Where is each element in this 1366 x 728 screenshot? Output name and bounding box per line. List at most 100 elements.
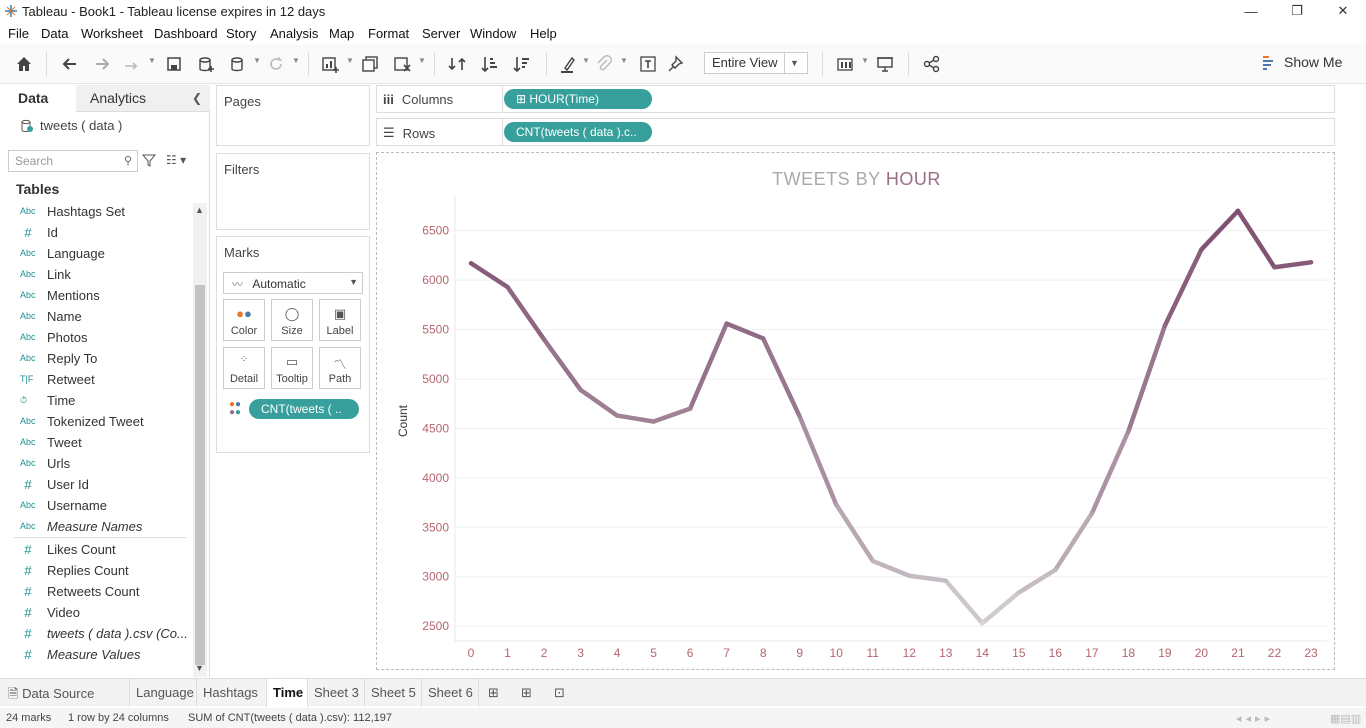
field-item[interactable]: T|F Retweet [20,369,95,389]
sort-descending-button[interactable] [510,52,534,76]
list-view-icon[interactable]: ☷ ▾ [166,153,186,167]
new-datasource-button[interactable] [194,52,218,76]
filters-shelf[interactable]: Filters [216,153,370,230]
detail-button[interactable]: ⁘ Detail [223,347,265,389]
pages-shelf[interactable]: Pages [216,85,370,146]
field-item[interactable]: # Likes Count [20,539,115,559]
show-me-button[interactable]: Show Me [1262,54,1342,70]
clear-sheet-button[interactable] [390,52,414,76]
search-field[interactable]: Search ⚲ [8,150,138,172]
highlight-button[interactable] [556,52,580,76]
duplicate-sheet-button[interactable] [358,52,382,76]
tab-language[interactable]: Language [130,679,197,707]
menu-file[interactable]: File [8,26,29,41]
chevron-down-icon[interactable]: ▼ [292,56,300,65]
field-item[interactable]: Abc Urls [20,453,70,473]
save-button[interactable] [162,52,186,76]
rows-shelf[interactable]: ☰ Rows CNT(tweets ( data ).c.. [376,118,1335,146]
scroll-down-icon[interactable]: ▼ [195,663,204,673]
sort-ascending-button[interactable] [478,52,502,76]
undo-button[interactable] [58,52,82,76]
filter-icon[interactable] [142,153,156,167]
chevron-down-icon[interactable]: ▼ [418,56,426,65]
menu-help[interactable]: Help [530,26,557,41]
show-labels-button[interactable] [636,52,660,76]
field-item[interactable]: Abc Tokenized Tweet [20,411,144,431]
chevron-down-icon[interactable]: ▼ [582,56,590,65]
new-worksheet-button[interactable] [318,52,342,76]
menu-analysis[interactable]: Analysis [270,26,318,41]
field-item[interactable]: # Id [20,222,57,242]
fields-scroll-thumb[interactable] [195,285,205,665]
fit-dropdown[interactable]: Entire View ▼ [704,52,808,74]
menu-format[interactable]: Format [368,26,409,41]
hour-time-pill[interactable]: ⊞ HOUR(Time) [504,89,652,109]
redo-button[interactable] [90,52,114,76]
tab-sheet-6[interactable]: Sheet 6 [422,679,479,707]
chevron-down-icon[interactable]: ▼ [346,56,354,65]
tab-data[interactable]: Data [0,85,76,112]
viz-view[interactable]: TWEETS BY HOUR 2500 3000 3500 4000 4500 5000 5… [376,152,1335,670]
chevron-down-icon[interactable]: ▼ [148,56,156,65]
menu-window[interactable]: Window [470,26,516,41]
chevron-down-icon[interactable]: ▼ [861,56,869,65]
menu-story[interactable]: Story [226,26,256,41]
fix-axes-button[interactable] [664,52,688,76]
refresh-button[interactable] [264,52,288,76]
new-worksheet-tab-button[interactable]: ⊞ [482,679,512,707]
field-item[interactable]: Abc Measure Names [20,516,142,536]
home-button[interactable] [12,52,36,76]
pause-updates-button[interactable] [226,52,250,76]
marks-color-pill[interactable]: CNT(tweets ( .. [249,399,359,419]
menu-map[interactable]: Map [329,26,354,41]
field-item[interactable]: Abc Tweet [20,432,82,452]
swap-rows-columns-button[interactable] [445,52,469,76]
scroll-up-icon[interactable]: ▲ [195,205,204,215]
field-item[interactable]: # User Id [20,474,89,494]
menu-server[interactable]: Server [422,26,460,41]
field-item[interactable]: Abc Link [20,264,71,284]
field-item[interactable]: Abc Hashtags Set [20,201,125,221]
tab-time[interactable]: Time [267,679,308,707]
size-button[interactable]: ◯ Size [271,299,313,341]
count-tweets-pill[interactable]: CNT(tweets ( data ).c.. [504,122,652,142]
field-item[interactable]: # Retweets Count [20,581,139,601]
new-dashboard-tab-button[interactable]: ⊞ [515,679,545,707]
field-item[interactable]: Abc Reply To [20,348,97,368]
mark-type-dropdown[interactable]: 〰 Automatic ▼ [223,272,363,294]
field-item[interactable]: Abc Mentions [20,285,100,305]
datasource-item[interactable]: tweets ( data ) [20,118,122,133]
share-button[interactable] [920,52,944,76]
collapse-pane-icon[interactable]: ❮ [192,91,202,105]
field-item[interactable]: Abc Username [20,495,107,515]
group-members-button[interactable] [592,52,616,76]
field-item[interactable]: # Measure Values [20,644,140,664]
color-button[interactable]: ●● Color [223,299,265,341]
menu-dashboard[interactable]: Dashboard [154,26,218,41]
field-item[interactable]: Abc Photos [20,327,87,347]
restore-button[interactable]: ❐ [1274,0,1320,22]
field-item[interactable]: # tweets ( data ).csv (Co... [20,623,188,643]
sheet-view-icons[interactable]: ▦▤▥ [1330,712,1361,725]
tab-sheet-3[interactable]: Sheet 3 [308,679,365,707]
field-item[interactable]: ⏱ Time [20,390,75,410]
tab-data-source[interactable]: 🗎 Data Source [0,679,130,707]
minimize-button[interactable]: — [1228,0,1274,22]
show-cards-button[interactable] [834,52,858,76]
tooltip-button[interactable]: ▭ Tooltip [271,347,313,389]
columns-shelf[interactable]: iii Columns ⊞ HOUR(Time) [376,85,1335,113]
field-item[interactable]: # Replies Count [20,560,128,580]
menu-worksheet[interactable]: Worksheet [81,26,143,41]
tab-hashtags[interactable]: Hashtags [197,679,267,707]
sheet-navigation-icons[interactable]: ◂◂▸▸ [1236,712,1274,725]
presentation-mode-button[interactable] [873,52,897,76]
menu-data[interactable]: Data [41,26,68,41]
field-item[interactable]: # Video [20,602,80,622]
path-button[interactable]: 〽 Path [319,347,361,389]
tab-sheet-5[interactable]: Sheet 5 [365,679,422,707]
new-story-tab-button[interactable]: ⊡ [548,679,578,707]
label-button[interactable]: ▣ Label [319,299,361,341]
chevron-down-icon[interactable]: ▼ [253,56,261,65]
field-item[interactable]: Abc Language [20,243,105,263]
replay-button[interactable] [120,52,144,76]
